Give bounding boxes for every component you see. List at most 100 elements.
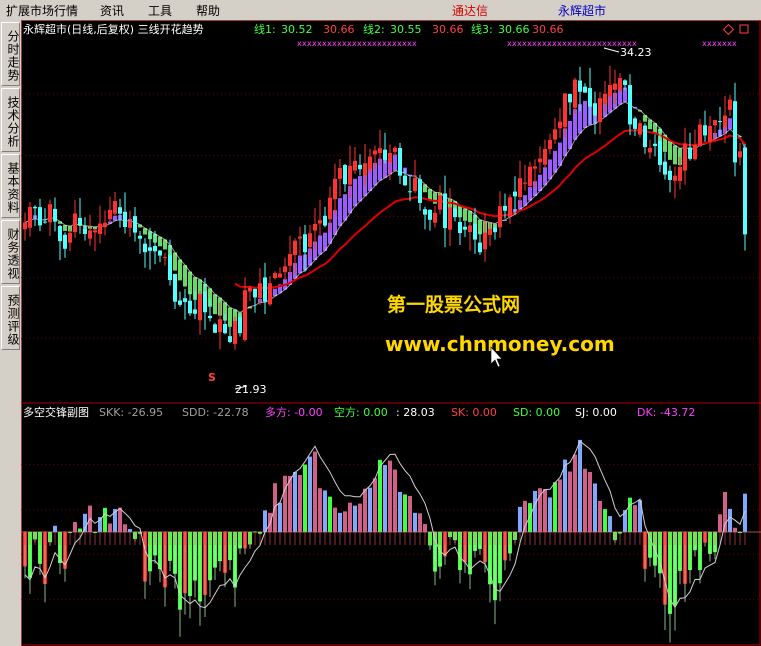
candle-body [108, 209, 112, 220]
candle-body [318, 220, 322, 224]
line2-value: 30.55 [390, 23, 422, 36]
osc-bar [743, 493, 747, 532]
candle-body [103, 222, 107, 228]
candle-body [228, 336, 232, 342]
candle-body [143, 243, 147, 253]
menu-help[interactable]: 帮助 [196, 2, 220, 19]
candle-body [53, 208, 57, 222]
line1-value2: 30.66 [323, 23, 355, 36]
osc-bar [413, 512, 417, 532]
osc-bar [303, 464, 307, 532]
candle-body [583, 86, 587, 93]
osc-bar [388, 460, 392, 532]
candle-body [243, 290, 247, 340]
candle-body [128, 220, 132, 228]
brand-stock[interactable]: 永辉超市 [558, 2, 606, 19]
candle-body [593, 103, 597, 116]
candle-body [553, 129, 557, 140]
sub-item-1: SDD: -22.78 [182, 406, 249, 419]
osc-bar [398, 491, 402, 532]
candle-body [508, 197, 512, 217]
osc-bar [73, 522, 77, 532]
candle-body [163, 257, 167, 259]
candle-body [233, 321, 237, 344]
candle-body [343, 165, 347, 185]
osc-bar [298, 475, 302, 532]
menu-market[interactable]: 扩展市场行情 [6, 2, 78, 19]
candle-body [683, 143, 687, 171]
candle-body [288, 253, 292, 266]
sub-item-5: SK: 0.00 [451, 406, 497, 419]
watermark-url: www.chnmoney.com [385, 332, 615, 356]
osc-bar [633, 505, 637, 532]
candle-body [98, 223, 102, 234]
candle-body [403, 175, 407, 186]
candle-body [418, 179, 422, 203]
candle-body [578, 80, 582, 92]
sub-item-6: SD: 0.00 [513, 406, 560, 419]
candle-body [678, 166, 682, 181]
osc-bar [603, 509, 607, 532]
sub-item-2: 多方: -0.00 [265, 405, 323, 419]
candle-body [263, 277, 267, 302]
osc-bar [108, 523, 112, 532]
candle-body [333, 178, 337, 200]
candle-body [48, 204, 52, 223]
osc-bar [528, 503, 532, 532]
osc-bar [588, 472, 592, 532]
osc-bar [393, 469, 397, 532]
osc-bar [288, 476, 292, 532]
candle-body [393, 147, 397, 153]
osc-bar [283, 475, 287, 532]
sub-item-3: 空方: 0.00 [334, 405, 388, 419]
candle-body [668, 170, 672, 180]
chart-area[interactable]: xxxxxxxxxxxxxxxxxxxxxxxxxxxxxxxxxxxxxxxx… [21, 20, 761, 646]
diamond-icon[interactable] [722, 23, 735, 36]
osc-bar [348, 502, 352, 532]
candle-body [253, 288, 257, 298]
tab-technical[interactable]: 技术分析 [1, 88, 20, 152]
osc-bar [383, 465, 387, 532]
line2-label: 线2: [363, 22, 385, 36]
candle-body [178, 300, 182, 305]
candle-body [743, 147, 747, 235]
trend-marks: xxxxxxxxxxxxxxxxxxxxxxxxxxxxxxxxxxxxxxxx… [297, 39, 737, 48]
candle-body [38, 207, 42, 226]
osc-bar [518, 506, 522, 532]
square-icon[interactable] [739, 24, 749, 34]
menu-news[interactable]: 资讯 [100, 2, 124, 19]
tab-forecast[interactable]: 预测评级 [1, 286, 20, 350]
candle-body [613, 83, 617, 90]
candle-body [513, 191, 517, 197]
candle-body [558, 121, 562, 129]
side-tabs: 分时走势 技术分析 基本资料 财务透视 预测评级 [0, 20, 22, 646]
osc-bars [21, 439, 761, 643]
candle-body [623, 80, 627, 85]
tab-financial[interactable]: 财务透视 [1, 220, 20, 284]
candle-body [448, 207, 452, 230]
candle-body [118, 207, 122, 214]
tab-fundamental[interactable]: 基本资料 [1, 154, 20, 218]
candle-body [313, 224, 317, 231]
osc-bar [408, 495, 412, 532]
candle-body [168, 254, 172, 281]
candle-body [113, 201, 117, 214]
tab-intraday[interactable]: 分时走势 [1, 22, 20, 86]
brand-tdx: 通达信 [452, 4, 489, 18]
trend-mark: x [732, 39, 737, 48]
candle-body [478, 242, 482, 253]
candle-body [388, 152, 392, 163]
candle-body [338, 168, 342, 179]
menu-tools[interactable]: 工具 [148, 2, 172, 19]
osc-bar [358, 503, 362, 532]
candle-body [223, 324, 227, 334]
candle-body [518, 178, 522, 198]
watermark-title: 第一股票公式网 [387, 293, 520, 316]
osc-bar [118, 507, 122, 532]
candle-body [458, 222, 462, 234]
candle-body [673, 175, 677, 181]
sub-item-0: SKK: -26.95 [99, 406, 163, 419]
osc-bar [598, 500, 602, 532]
osc-bar [328, 496, 332, 532]
main-title: 永辉超市(日线,后复权) 三线开花趋势 [23, 22, 204, 36]
